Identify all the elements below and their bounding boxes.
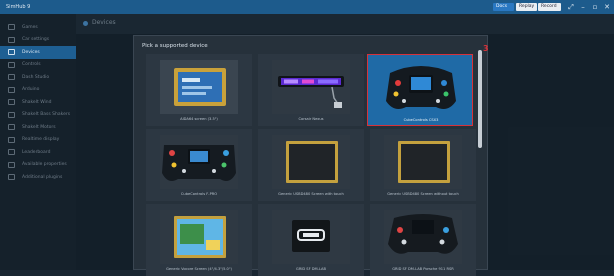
aida64-screen-thumbnail <box>160 60 238 114</box>
sidebar-item-label: Arduino <box>22 87 40 93</box>
sidebar-item-plugins[interactable]: Additional plugins <box>0 171 76 184</box>
dialog-title: Pick a supported device <box>142 43 208 49</box>
properties-icon <box>8 161 15 168</box>
car-icon <box>8 36 15 43</box>
sidebar-item-car-settings[interactable]: Car settings <box>0 34 76 47</box>
devices-header-icon <box>83 21 88 26</box>
close-icon[interactable]: ✕ <box>602 2 612 12</box>
motor-icon <box>8 124 15 131</box>
sidebar-item-shakeit-motors[interactable]: ShakeIt Motors <box>0 121 76 134</box>
device-tile-aida64[interactable]: AIDA64 screen (3.5") <box>146 54 252 126</box>
sidebar-item-label: ShakeIt Bass Shakers <box>22 112 71 118</box>
device-label: GRID SF DM-LAB Porsche 911 RSR <box>392 267 454 271</box>
device-label: Generic USBD480 Screen with touch <box>278 192 344 196</box>
sidebar-item-dash-studio[interactable]: Dash Studio <box>0 71 76 84</box>
sidebar-item-label: Available properties <box>22 162 67 168</box>
device-label: GRID SF DM-LAB <box>296 267 326 271</box>
page-title: Devices <box>92 19 116 26</box>
wind-icon <box>8 99 15 106</box>
fpro-wheel-thumbnail <box>160 135 238 189</box>
sidebar-item-label: Dash Studio <box>22 74 50 80</box>
plugin-icon <box>8 174 15 181</box>
sidebar-item-label: Additional plugins <box>22 174 63 180</box>
device-tile-usbd480-touch[interactable]: Generic USBD480 Screen with touch <box>258 129 364 201</box>
sidebar-item-properties[interactable]: Available properties <box>0 159 76 172</box>
device-label: Corsair Nexus <box>298 117 324 121</box>
porsche-wheel-thumbnail <box>384 210 462 264</box>
device-tile-usbd480-no-touch[interactable]: Generic USBD480 Screen without touch <box>370 129 476 201</box>
record-button[interactable]: Record <box>538 3 561 11</box>
device-tile-cubecontrols-csx3[interactable]: CubeControls CSX3 <box>367 54 473 126</box>
replay-button[interactable]: Replay <box>516 3 537 11</box>
device-picker-dialog: Pick a supported device AIDA64 screen (3… <box>133 35 489 276</box>
device-label: CubeControls F-PRO <box>180 192 218 196</box>
maximize-icon[interactable]: ▫ <box>590 2 600 12</box>
leaderboard-icon <box>8 149 15 156</box>
step-badge: 3 <box>483 44 489 53</box>
sidebar-item-realtime-display[interactable]: Realtime display <box>0 134 76 147</box>
sidebar-item-label: Realtime display <box>22 137 60 143</box>
minimize-icon[interactable]: – <box>578 2 588 12</box>
device-label: Generic USBD480 Screen without touch <box>387 192 459 196</box>
dashboard-icon <box>8 74 15 81</box>
bass-shaker-icon <box>8 111 15 118</box>
sidebar-item-label: Games <box>22 24 38 30</box>
sidebar-item-label: Devices <box>22 49 40 55</box>
sidebar: Games Car settings Devices Controls Dash… <box>0 14 76 270</box>
display-icon <box>8 136 15 143</box>
docs-button[interactable]: Docs <box>493 3 514 11</box>
dialog-scrollbar[interactable] <box>478 50 482 148</box>
sidebar-item-label: Car settings <box>22 37 50 43</box>
app-title: SimHub 9 <box>6 4 31 10</box>
csx3-wheel-thumbnail <box>386 66 456 109</box>
usbd480-touch-thumbnail <box>272 135 350 189</box>
devices-icon <box>8 49 15 56</box>
sidebar-item-label: Controls <box>22 62 41 68</box>
device-label: AIDA64 screen (3.5") <box>180 117 218 121</box>
device-label: CubeControls CSX3 <box>403 118 439 122</box>
games-icon <box>8 24 15 31</box>
device-tile-grid-porsche[interactable]: GRID SF DM-LAB Porsche 911 RSR <box>370 204 476 276</box>
title-bar: SimHub 9 Docs Replay Record ⤢ – ▫ ✕ <box>0 0 614 14</box>
sidebar-item-label: ShakeIt Wind <box>22 99 52 105</box>
device-tile-cubecontrols-fpro[interactable]: CubeControls F-PRO <box>146 129 252 201</box>
device-label: Generic Vocore Screen (4"/4.3"/5.0") <box>166 267 232 271</box>
sidebar-item-shakeit-wind[interactable]: ShakeIt Wind <box>0 96 76 109</box>
sidebar-item-label: ShakeIt Motors <box>22 124 56 130</box>
device-tile-grid-dm-lab[interactable]: GRID SF DM-LAB <box>258 204 364 276</box>
controls-icon <box>8 61 15 68</box>
sidebar-item-games[interactable]: Games <box>0 21 76 34</box>
corsair-nexus-thumbnail <box>272 60 350 114</box>
arduino-icon <box>8 86 15 93</box>
vocore-screen-thumbnail <box>160 210 238 264</box>
usbd480-no-touch-thumbnail <box>384 135 462 189</box>
sidebar-item-leaderboard[interactable]: Leaderboard <box>0 146 76 159</box>
grid-logo-thumbnail <box>272 210 350 264</box>
sidebar-item-shakeit-bass[interactable]: ShakeIt Bass Shakers <box>0 109 76 122</box>
sidebar-item-arduino[interactable]: Arduino <box>0 84 76 97</box>
fullscreen-icon[interactable]: ⤢ <box>566 2 576 12</box>
sidebar-item-controls[interactable]: Controls <box>0 59 76 72</box>
main-header: Devices <box>76 14 614 34</box>
device-tile-corsair-nexus[interactable]: Corsair Nexus <box>258 54 364 126</box>
sidebar-item-devices[interactable]: Devices <box>0 46 76 59</box>
sidebar-item-label: Leaderboard <box>22 149 51 155</box>
device-tile-vocore[interactable]: Generic Vocore Screen (4"/4.3"/5.0") <box>146 204 252 276</box>
